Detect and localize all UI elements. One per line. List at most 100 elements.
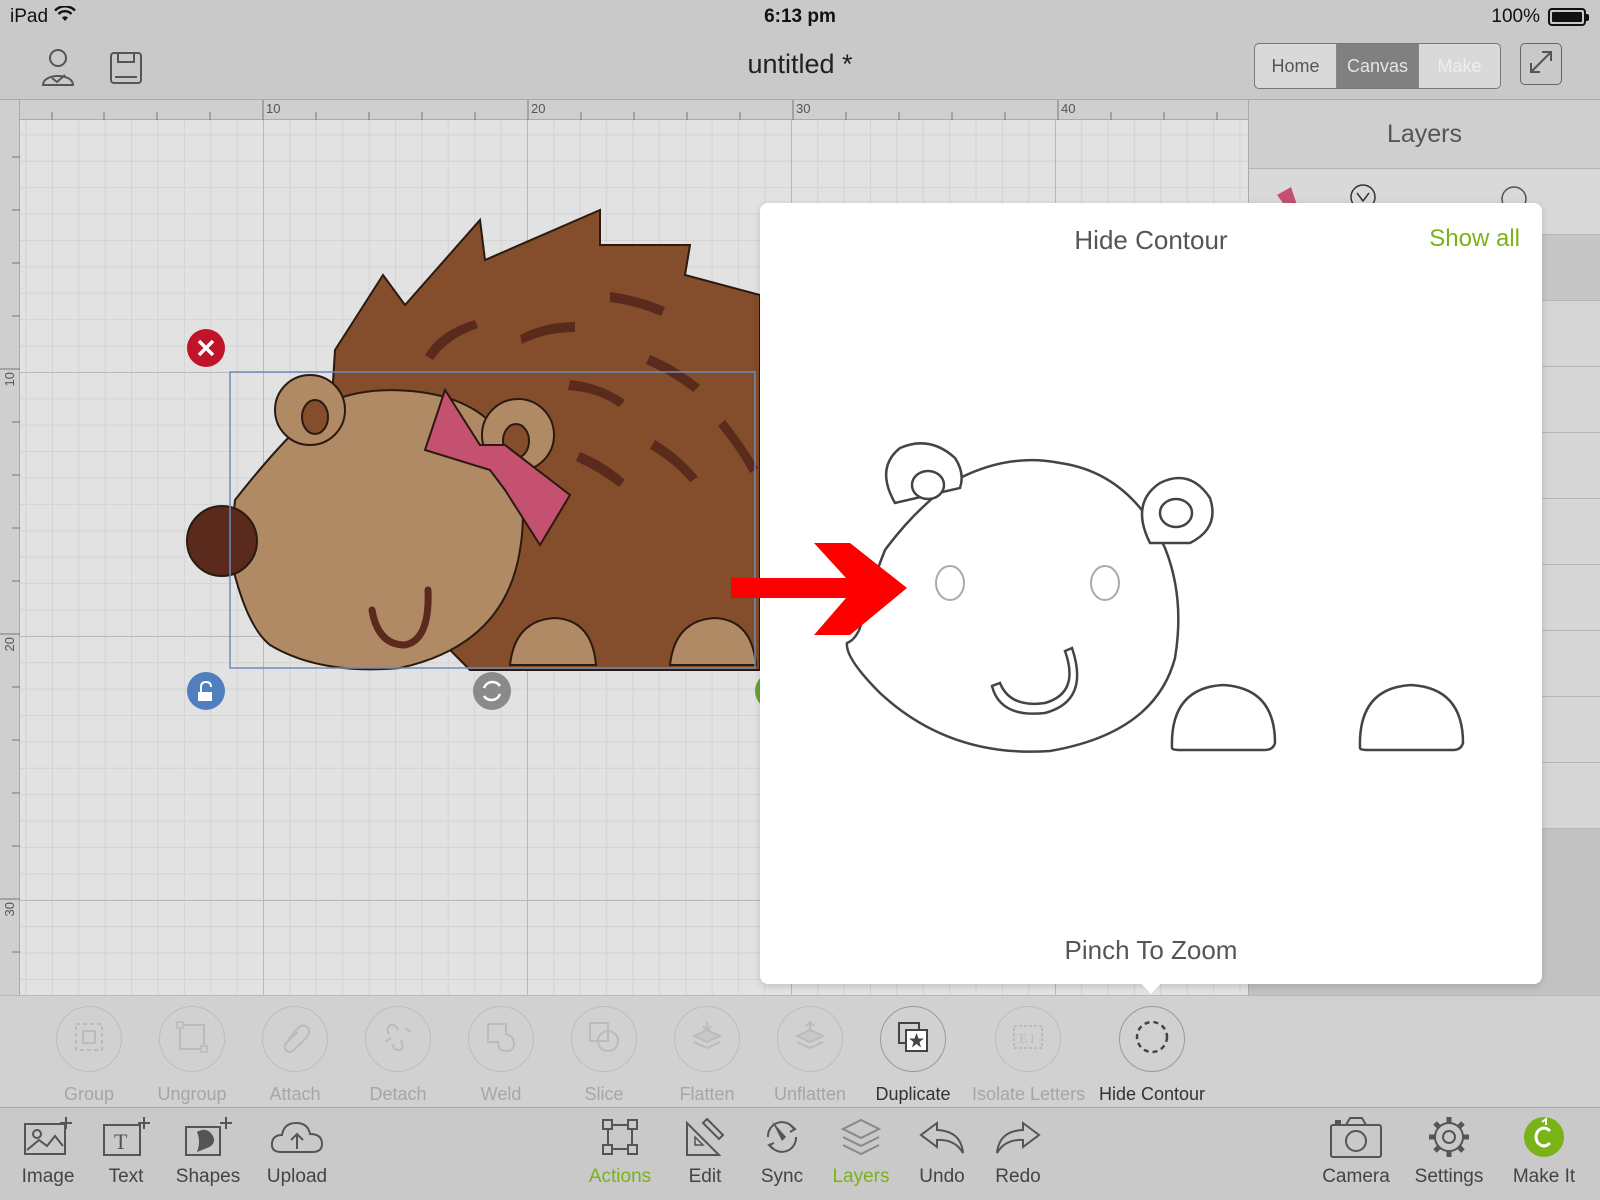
shapes-button[interactable]: Shapes <box>163 1114 253 1188</box>
settings-label: Settings <box>1414 1166 1484 1187</box>
hide-contour-button[interactable]: Hide Contour <box>1096 1006 1208 1105</box>
text-icon: T <box>101 1116 151 1163</box>
contour-foot-left <box>1170 683 1277 752</box>
isolate-letters-icon: EI <box>1011 1020 1045 1059</box>
group-icon <box>72 1020 106 1059</box>
slice-icon <box>587 1020 621 1059</box>
weld-label: Weld <box>480 1084 522 1104</box>
slice-button[interactable]: Slice <box>549 1006 659 1105</box>
tab-canvas[interactable]: Canvas <box>1337 44 1419 88</box>
make-it-label: Make It <box>1512 1166 1576 1187</box>
flatten-button[interactable]: Flatten <box>652 1006 762 1105</box>
attach-button[interactable]: Attach <box>240 1006 350 1105</box>
redo-icon <box>993 1115 1043 1164</box>
clock: 6:13 pm <box>764 6 836 27</box>
battery-icon <box>1548 8 1589 26</box>
undo-icon <box>917 1115 967 1164</box>
camera-icon <box>1328 1115 1384 1164</box>
detach-label: Detach <box>369 1084 427 1104</box>
duplicate-label: Duplicate <box>875 1084 951 1104</box>
pinch-to-zoom-hint: Pinch To Zoom <box>1064 935 1238 965</box>
group-label: Group <box>63 1084 115 1104</box>
camera-label: Camera <box>1322 1166 1390 1187</box>
delete-handle-icon <box>187 329 225 367</box>
gear-icon <box>1426 1114 1472 1165</box>
image-button[interactable]: Image <box>3 1114 93 1188</box>
lock-handle-icon <box>187 672 225 710</box>
expand-icon <box>1526 47 1556 82</box>
popover-pointer <box>1138 980 1164 994</box>
settings-button[interactable]: Settings <box>1404 1114 1494 1188</box>
layers-icon <box>839 1115 883 1164</box>
battery-fill <box>1552 12 1582 22</box>
status-bar: iPad 6:13 pm 100% <box>0 0 1600 34</box>
hide-contour-popover: Hide Contour Show all Pinch To Zoom <box>760 203 1542 984</box>
redo-label: Redo <box>995 1166 1041 1187</box>
make-it-button[interactable]: Make It <box>1499 1114 1589 1188</box>
unflatten-button[interactable]: Unflatten <box>755 1006 865 1105</box>
duplicate-button[interactable]: Duplicate <box>858 1006 968 1105</box>
hide-contour-icon <box>1133 1018 1171 1061</box>
contour-hole-left <box>935 565 965 601</box>
actions-bar: Group Ungroup Attach Detach Weld Slice F… <box>0 995 1600 1107</box>
status-right: 100% <box>1491 6 1589 28</box>
ungroup-label: Ungroup <box>157 1084 227 1104</box>
isolate-letters-button[interactable]: EI Isolate Letters <box>972 1006 1086 1105</box>
tab-make[interactable]: Make <box>1419 44 1500 88</box>
redo-button[interactable]: Redo <box>973 1114 1063 1188</box>
paperclip-icon <box>278 1020 312 1059</box>
actions-label: Actions <box>588 1166 652 1187</box>
weld-button[interactable]: Weld <box>446 1006 556 1105</box>
attach-label: Attach <box>269 1084 321 1104</box>
fullscreen-button[interactable] <box>1520 43 1562 85</box>
upload-cloud-icon <box>269 1116 325 1163</box>
weld-icon <box>484 1020 518 1059</box>
sync-button[interactable]: Sync <box>737 1114 827 1188</box>
svg-text:E: E <box>1019 1032 1028 1047</box>
actions-icon <box>598 1115 642 1164</box>
svg-text:T: T <box>114 1129 128 1154</box>
sync-icon <box>760 1115 804 1164</box>
battery-percent: 100% <box>1491 6 1540 27</box>
image-icon <box>23 1116 73 1163</box>
flatten-label: Flatten <box>679 1084 735 1104</box>
group-button[interactable]: Group <box>34 1006 144 1105</box>
unflatten-label: Unflatten <box>773 1084 847 1104</box>
isolate-letters-label: Isolate Letters <box>972 1084 1086 1104</box>
image-label: Image <box>21 1166 75 1187</box>
contour-preview[interactable] <box>760 203 1542 984</box>
flatten-icon <box>690 1020 724 1059</box>
hide-contour-label: Hide Contour <box>1098 1084 1206 1104</box>
tab-home[interactable]: Home <box>1255 44 1337 88</box>
actions-button[interactable]: Actions <box>575 1114 665 1188</box>
detach-button[interactable]: Detach <box>343 1006 453 1105</box>
unflatten-icon <box>793 1020 827 1059</box>
rotate-handle-icon <box>473 672 511 710</box>
layers-button[interactable]: Layers <box>816 1114 906 1188</box>
upload-button[interactable]: Upload <box>252 1114 342 1188</box>
hedgehog-nose <box>186 505 258 577</box>
detach-icon <box>381 1020 415 1059</box>
bottom-toolbar: Image T Text Shapes Upload Actions Edit … <box>0 1107 1600 1200</box>
make-it-icon <box>1522 1115 1566 1164</box>
upload-label: Upload <box>266 1166 328 1187</box>
text-label: Text <box>108 1166 144 1187</box>
contour-foot-right <box>1358 683 1465 752</box>
duplicate-icon <box>896 1020 930 1059</box>
edit-icon <box>683 1115 727 1164</box>
svg-text:I: I <box>1030 1032 1035 1047</box>
mode-tabs: Home Canvas Make <box>1254 43 1501 89</box>
app-root: iPad 6:13 pm 100% untitled * Home Canvas… <box>0 0 1600 1200</box>
text-button[interactable]: T Text <box>81 1114 171 1188</box>
layers-label: Layers <box>832 1166 890 1187</box>
ungroup-button[interactable]: Ungroup <box>137 1006 247 1105</box>
slice-label: Slice <box>584 1084 624 1104</box>
shapes-label: Shapes <box>175 1166 241 1187</box>
ungroup-icon <box>175 1020 209 1059</box>
sync-label: Sync <box>760 1166 804 1187</box>
shapes-icon <box>183 1116 233 1163</box>
camera-button[interactable]: Camera <box>1311 1114 1401 1188</box>
layers-title: Layers <box>1386 120 1463 148</box>
contour-hole-right <box>1090 565 1120 601</box>
top-bar: untitled * Home Canvas Make <box>0 34 1600 100</box>
